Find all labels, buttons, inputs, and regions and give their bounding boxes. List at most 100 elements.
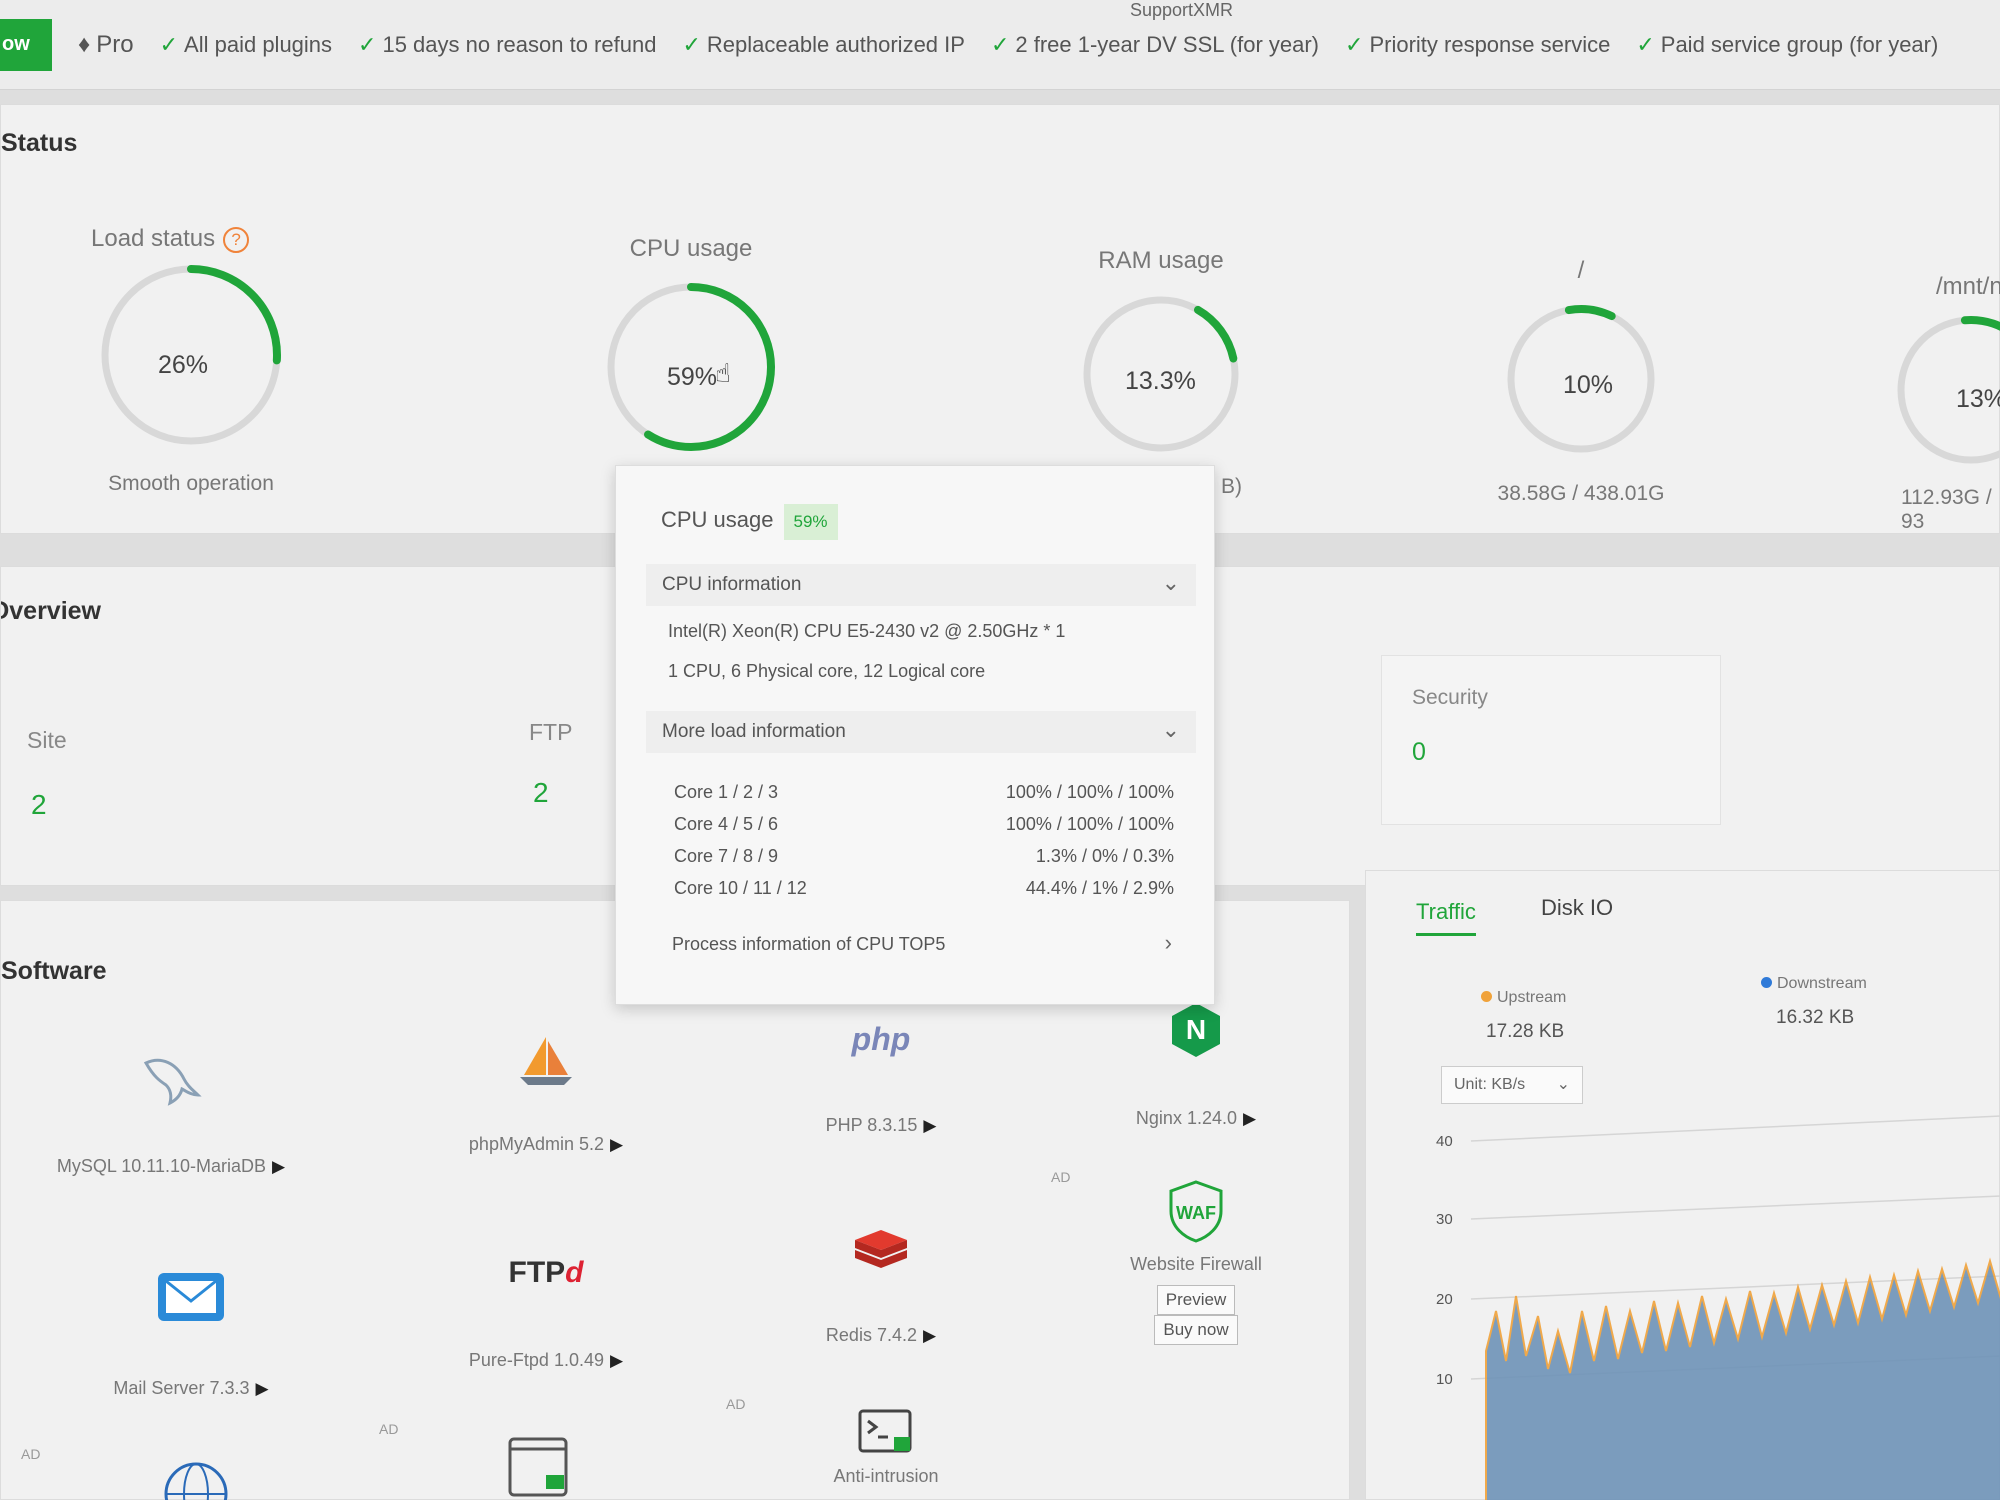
cpu-usage-gauge[interactable]: CPU usage 59% [591,235,791,472]
software-name: Website Firewall [1130,1254,1262,1274]
software-redis[interactable]: Redis 7.4.2 ▶ [791,1226,971,1346]
preview-button[interactable]: Preview [1156,1285,1236,1315]
diamond-icon: ♦ [78,30,91,58]
cpu-usage-popup: CPU usage 59% CPU information ⌄ Intel(R) X… [615,465,1215,1005]
core-label: Core 10 / 11 / 12 [674,878,807,898]
ram-usage-gauge[interactable]: RAM usage 13.3% B) [1061,247,1261,498]
cpu-popup-header: CPU usage 59% [661,504,838,540]
php-logo-text: php [851,1021,911,1057]
gauge-value: 10% [1563,371,1614,399]
status-title: Status [1,129,78,157]
check-icon: ✓ [159,31,179,57]
security-count: 0 [1412,738,1426,766]
gauge-subtitle: Smooth operation [108,472,274,495]
software-mail[interactable]: Mail Server 7.3.3 ▶ [81,1271,301,1399]
gauge-value: 26% [158,351,209,379]
software-name: Redis 7.4.2 [825,1325,917,1345]
gauge-value: 59% [667,363,718,391]
software-pureftpd[interactable]: FTPd Pure-Ftpd 1.0.49 ▶ [431,1256,661,1371]
disk-root-gauge[interactable]: / 10% 38.58G / 438.01G [1481,257,1681,506]
core-row: Core 1 / 2 / 3 100% / 100% / 100% [674,782,1174,803]
play-icon[interactable]: ▶ [923,1326,936,1345]
ad-label: AD [21,1446,41,1462]
software-php[interactable]: php PHP 8.3.15 ▶ [791,1021,971,1136]
software-waf[interactable]: WAF Website Firewall Preview Buy now [1111,1179,1281,1345]
software-nginx[interactable]: N Nginx 1.24.0 ▶ [1111,1001,1281,1129]
more-load-toggle[interactable]: More load information ⌄ [646,711,1196,753]
cpu-info-label: CPU information [662,574,802,595]
software-name: Anti-intrusion [833,1466,939,1486]
nginx-icon: N [1172,1003,1220,1057]
ftp-icon: FTPd [431,1256,661,1306]
php-icon: php [791,1021,971,1071]
cpu-model: Intel(R) Xeon(R) CPU E5-2430 v2 @ 2.50GH… [668,621,1066,641]
cpu-top5-process-link[interactable]: Process information of CPU TOP5 › [672,930,1172,955]
tab-traffic[interactable]: Traffic [1416,899,1476,936]
buy-now-waf-button[interactable]: Buy now [1154,1315,1238,1345]
cpu-popup-title: CPU usage [661,507,774,532]
software-name: PHP 8.3.15 [825,1115,918,1135]
gauge-subtitle: 112.93G / 93 [1901,486,1992,533]
unit-select[interactable]: Unit: KB/s ⌄ [1441,1066,1583,1104]
tab-disk-io[interactable]: Disk IO [1541,895,1613,921]
support-link[interactable]: SupportXMR [1130,0,1233,21]
core-value: 1.3% / 0% / 0.3% [1035,846,1174,866]
disk-mnt-gauge[interactable]: /mnt/nv 13% 112.93G / 93 [1891,273,2000,534]
downstream-label: Downstream [1777,975,1867,992]
redis-icon [855,1230,907,1268]
play-icon[interactable]: ▶ [255,1379,268,1398]
play-icon[interactable]: ▶ [610,1351,623,1370]
downstream-value: 16.32 KB [1776,1007,1855,1028]
ftp-logo-text: FTP [508,1256,566,1289]
play-icon[interactable]: ▶ [610,1135,623,1154]
traffic-panel: Traffic Disk IO Upstream 17.28 KB Downst… [1365,870,2000,1500]
help-icon[interactable]: ? [223,226,250,253]
check-icon: ✓ [990,31,1010,57]
core-value: 100% / 100% / 100% [1005,814,1174,834]
traffic-chart [1470,1115,2000,1500]
process-label: Process information of CPU TOP5 [672,934,946,954]
sailboat-icon [520,1037,572,1085]
check-icon: ✓ [682,31,701,57]
more-load-label: More load information [662,721,846,742]
load-status-gauge[interactable]: Load status? 26% Smooth operation [86,225,296,496]
gauge-title: CPU usage [629,235,753,262]
feature-text: Replaceable authorized IP [706,31,965,57]
cpu-information-toggle[interactable]: CPU information ⌄ [646,564,1196,606]
check-icon: ✓ [358,31,377,57]
software-phpmyadmin[interactable]: phpMyAdmin 5.2 ▶ [431,1031,661,1155]
y-tick: 20 [1436,1291,1453,1308]
pro-text: Pro [96,30,134,58]
software-anti-intrusion[interactable]: Anti-intrusion [821,1409,951,1487]
play-icon[interactable]: ▶ [923,1116,936,1135]
cpu-usage-badge: 59% [783,504,838,540]
gauge-subtitle: B) [1221,475,1242,498]
feature-item: ✓ 2 free 1-year DV SSL (for year) [991,32,1319,58]
mail-icon [158,1273,224,1321]
ad-label: AD [379,1421,399,1437]
site-count[interactable]: 2 [31,789,47,821]
gauge-value: 13% [1956,385,2000,413]
core-label: Core 7 / 8 / 9 [674,846,779,866]
buy-now-button[interactable]: ow [0,18,52,71]
play-icon[interactable]: ▶ [1243,1109,1256,1128]
play-icon[interactable]: ▶ [272,1157,285,1176]
core-label: Core 1 / 2 / 3 [674,782,779,802]
security-card[interactable]: Security 0 [1381,655,1721,825]
feature-item: ✓ Replaceable authorized IP [682,32,965,58]
ftp-count[interactable]: 2 [533,777,549,809]
globe-icon [164,1462,228,1500]
core-value: 44.4% / 1% / 2.9% [1025,878,1174,898]
chevron-down-icon: ⌄ [1161,570,1180,595]
chevron-down-icon: ⌄ [1556,1076,1570,1093]
software-mysql[interactable]: MySQL 10.11.10-MariaDB ▶ [41,1051,301,1177]
svg-text:N: N [1186,1014,1206,1045]
feature-text: 15 days no reason to refund [382,31,657,57]
software-name: MySQL 10.11.10-MariaDB [56,1156,266,1176]
core-row: Core 10 / 11 / 12 44.4% / 1% / 2.9% [674,878,1174,899]
feature-item: ✓ Priority response service [1345,32,1610,58]
upstream-label: Upstream [1497,989,1567,1006]
y-tick: 10 [1436,1371,1453,1388]
core-row: Core 7 / 8 / 9 1.3% / 0% / 0.3% [674,846,1174,867]
top-promo-bar: ow ♦ Pro ✓ All paid plugins ✓ 15 days no r… [0,0,2000,90]
